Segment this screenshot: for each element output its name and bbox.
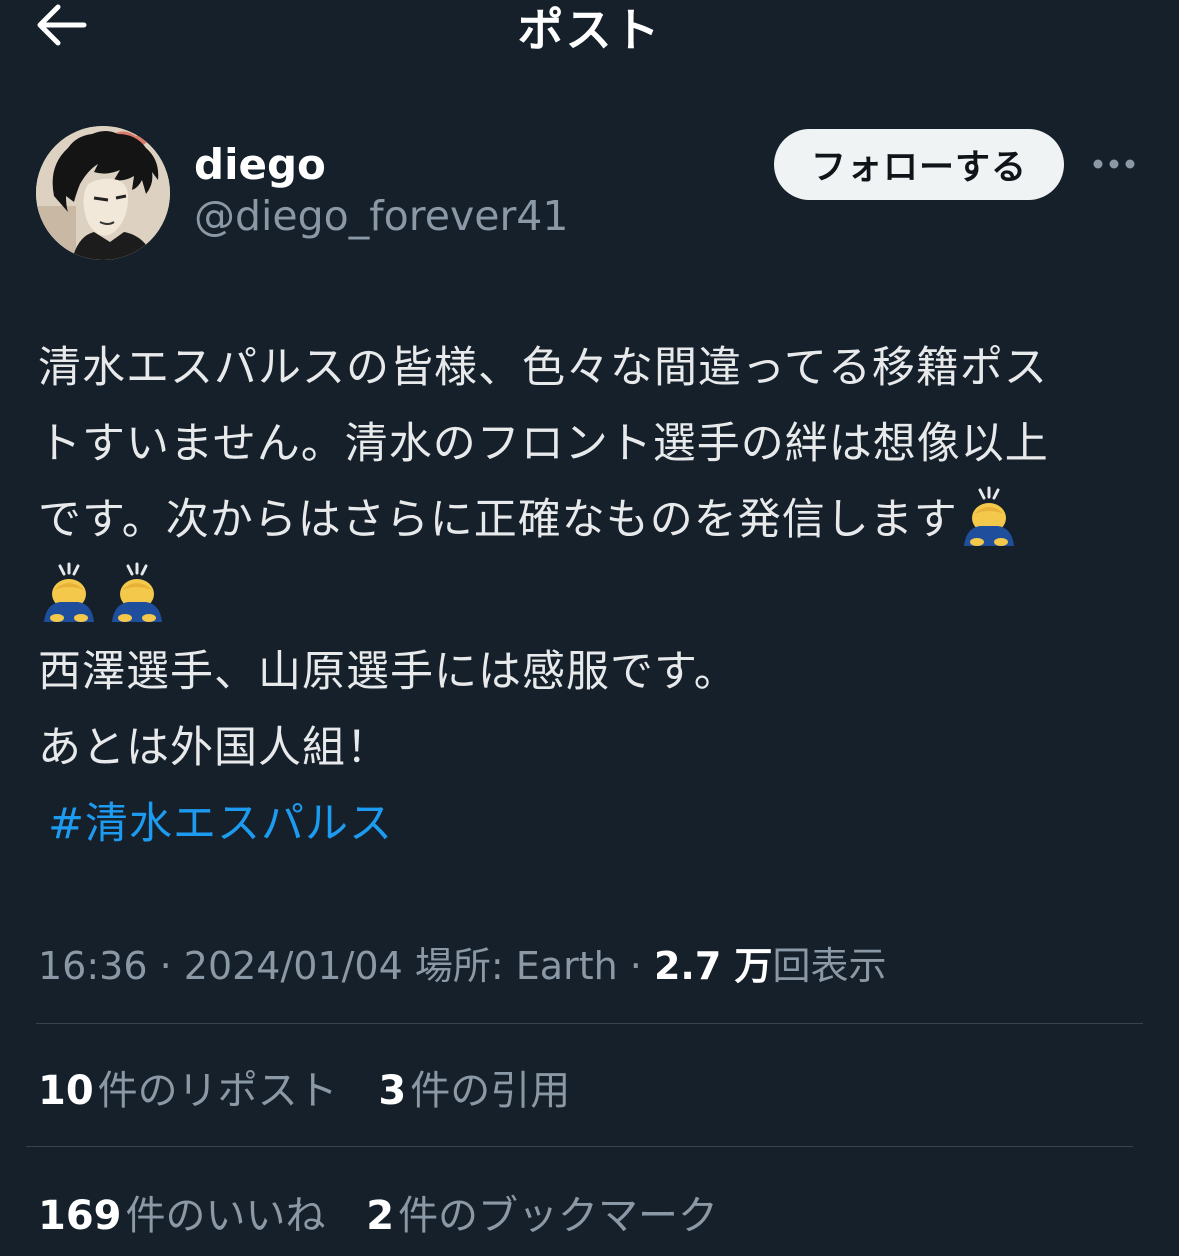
user-handle[interactable]: @diego_forever41	[194, 192, 568, 240]
post-metadata: 16:36 · 2024/01/04 場所: Earth · 2.7 万回表示	[38, 935, 887, 990]
top-bar: ポスト	[0, 0, 1179, 60]
quotes-stat[interactable]: 3 件の引用	[378, 1068, 570, 1114]
person-bowing-emoji	[38, 560, 100, 624]
quotes-count: 3	[378, 1068, 407, 1114]
post-text-segment: です。次からはさらに正確なものを発信します	[38, 495, 958, 545]
reposts-label: 件のリポスト	[97, 1068, 338, 1114]
meta-separator: ·	[147, 944, 184, 988]
follow-button[interactable]: フォローする	[774, 129, 1064, 200]
person-bowing-emoji	[958, 484, 1020, 548]
likes-stat[interactable]: 169 件のいいね	[38, 1193, 326, 1239]
post-date[interactable]: 2024/01/04	[184, 944, 403, 988]
avatar[interactable]	[36, 126, 170, 260]
post-author: diego @diego_forever41 フォローする	[36, 126, 1146, 261]
meta-separator: ·	[617, 944, 654, 988]
post-text-line	[38, 558, 1148, 634]
post-location: 場所: Earth	[414, 944, 618, 988]
views-label: 回表示	[772, 944, 887, 988]
more-horizontal-icon	[1093, 159, 1135, 169]
reposts-count: 10	[38, 1068, 94, 1114]
person-bowing-emoji	[106, 560, 168, 624]
post-text-line: あとは外国人組！	[38, 723, 390, 773]
post-body: 清水エスパルスの皆様、色々な間違ってる移籍ポス トすいません。清水のフロント選手…	[38, 330, 1148, 862]
post-text-line: 清水エスパルスの皆様、色々な間違ってる移籍ポス	[38, 343, 1048, 393]
post-text-line: トすいません。清水のフロント選手の絆は想像以上	[38, 419, 1049, 469]
post-text-line: #清水エスパルス	[38, 786, 1148, 862]
views-count: 2.7 万	[653, 944, 773, 988]
bookmarks-count: 2	[366, 1193, 395, 1239]
likes-count: 169	[38, 1193, 122, 1239]
post-text-line: です。次からはさらに正確なものを発信します	[38, 482, 1148, 558]
avatar-image	[36, 126, 170, 260]
page-title: ポスト	[517, 3, 662, 57]
display-name[interactable]: diego	[194, 140, 326, 189]
engagement-stats-row: 169 件のいいね 2 件のブックマーク	[38, 1183, 746, 1241]
engagement-stats-row: 10 件のリポスト 3 件の引用	[38, 1058, 598, 1116]
divider	[26, 1146, 1133, 1147]
post-time[interactable]: 16:36	[38, 944, 148, 988]
reposts-stat[interactable]: 10 件のリポスト	[38, 1068, 338, 1114]
hashtag-link[interactable]: #清水エスパルス	[48, 799, 393, 849]
divider	[36, 1023, 1143, 1024]
likes-label: 件のいいね	[125, 1193, 326, 1239]
quotes-label: 件の引用	[410, 1068, 571, 1114]
bookmarks-label: 件のブックマーク	[398, 1193, 719, 1239]
more-options-button[interactable]	[1088, 144, 1140, 184]
post-text-line: 西澤選手、山原選手には感服です。	[38, 647, 738, 697]
bookmarks-stat[interactable]: 2 件のブックマーク	[366, 1193, 718, 1239]
